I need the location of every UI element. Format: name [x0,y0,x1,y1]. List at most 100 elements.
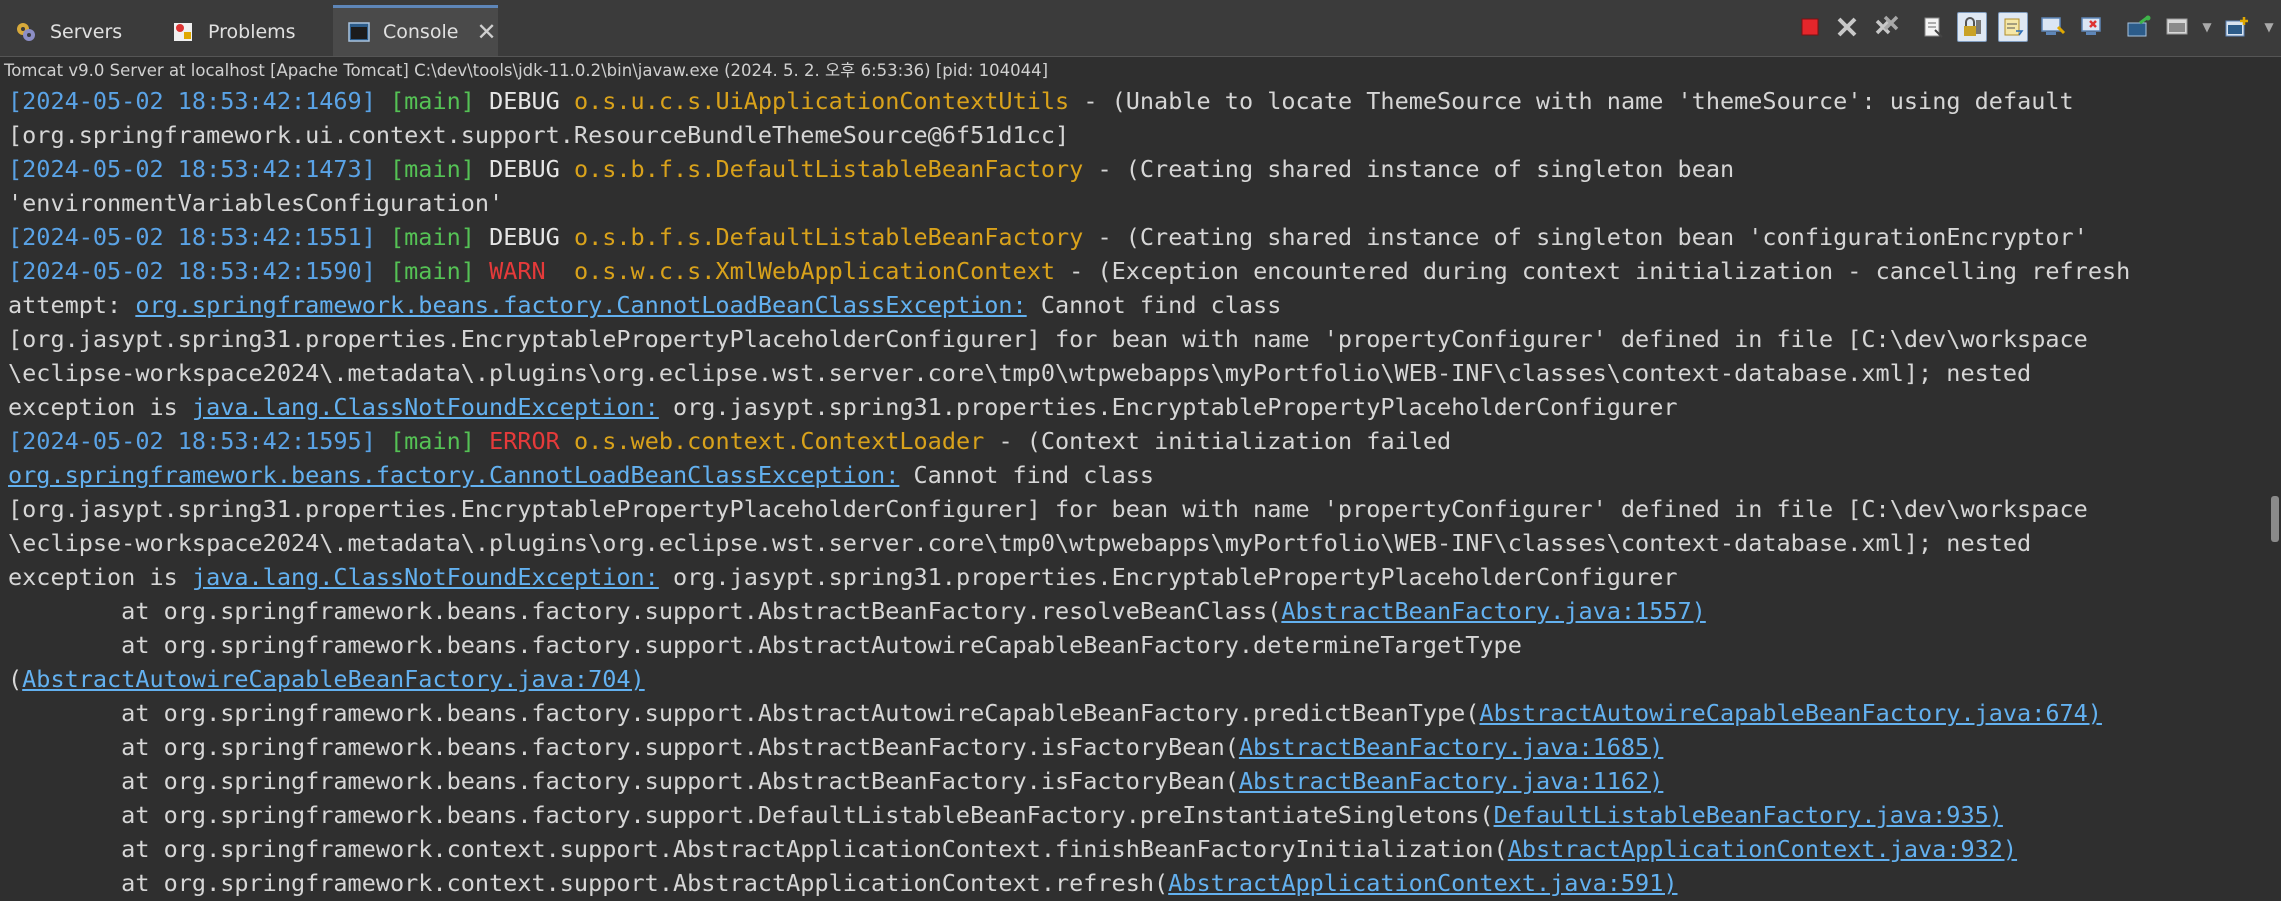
log-line: exception is java.lang.ClassNotFoundExce… [8,560,2258,594]
log-line: \eclipse-workspace2024\.metadata\.plugin… [8,359,2032,387]
log-line: [2024-05-02 18:53:42:1590] [main] WARN o… [8,254,2258,288]
open-console-dropdown-icon[interactable]: ▼ [2262,12,2276,42]
log-line: [org.jasypt.spring31.properties.Encrypta… [8,495,2088,523]
source-link[interactable]: DefaultListableBeanFactory.java:935) [1494,801,2003,829]
stack-frame: at org.springframework.beans.factory.sup… [8,628,2258,662]
log-text: org.jasypt.spring31.properties.Encryptab… [658,393,1678,421]
log-line: exception is java.lang.ClassNotFoundExce… [8,390,2258,424]
source-link[interactable]: AbstractAutowireCapableBeanFactory.java:… [1479,699,2102,727]
stack-frame: at org.springframework.beans.factory.sup… [8,730,2258,764]
log-line: [2024-05-02 18:53:42:1473] [main] DEBUG … [8,152,2258,186]
view-tab-bar: Servers Problems Console ✕ ▼ ▼ [0,0,2281,57]
stack-frame: at org.springframework.beans.factory.sup… [8,764,2258,798]
show-console-on-stdout-icon[interactable] [2038,12,2068,42]
log-message: - (Unable to locate ThemeSource with nam… [1083,87,2074,115]
display-console-dropdown-icon[interactable]: ▼ [2200,12,2214,42]
stack-frame: at org.springframework.beans.factory.sup… [8,696,2258,730]
remove-launch-icon[interactable] [1832,12,1862,42]
log-line: org.springframework.beans.factory.Cannot… [8,458,2258,492]
source-link[interactable]: AbstractBeanFactory.java:1557) [1281,597,1705,625]
log-level: DEBUG [489,87,560,115]
display-selected-console-icon[interactable] [2162,12,2192,42]
log-level: ERROR [489,427,560,455]
log-line: [2024-05-02 18:53:42:1595] [main] ERROR … [8,424,2258,458]
log-timestamp: [2024-05-02 18:53:42:1551] [8,223,376,251]
log-line: [2024-05-02 18:53:42:1551] [main] DEBUG … [8,220,2258,254]
log-thread: [main] [390,427,475,455]
log-text: exception is [8,393,192,421]
stack-text: ( [8,665,23,693]
log-text: Cannot find class [1026,291,1282,319]
tab-servers-label: Servers [50,21,123,43]
terminate-icon[interactable] [1795,12,1825,42]
stack-text: at org.springframework.beans.factory.sup… [8,631,1522,659]
open-console-icon[interactable] [2222,12,2252,42]
stack-frame: (AbstractAutowireCapableBeanFactory.java… [8,662,2258,696]
tab-problems-label: Problems [208,21,296,43]
log-level: DEBUG [489,155,560,183]
log-line: \eclipse-workspace2024\.metadata\.plugin… [8,529,2032,557]
source-link[interactable]: AbstractApplicationContext.java:591) [1168,869,1677,897]
stack-text: at org.springframework.context.support.A… [8,869,1169,897]
pin-console-icon[interactable] [2124,12,2154,42]
scroll-lock-icon[interactable] [1957,12,1987,42]
source-link[interactable]: AbstractApplicationContext.java:932) [1508,835,2017,863]
show-console-on-stderr-icon[interactable] [2078,12,2108,42]
stack-text: at org.springframework.beans.factory.sup… [8,767,1239,795]
log-timestamp: [2024-05-02 18:53:42:1473] [8,155,376,183]
exception-link[interactable]: org.springframework.beans.factory.Cannot… [135,291,1026,319]
log-text: exception is [8,563,192,591]
log-level: DEBUG [489,223,560,251]
console-output[interactable]: [2024-05-02 18:53:42:1469] [main] DEBUG … [8,84,2258,901]
log-message: - (Context initialization failed [998,427,1452,455]
log-logger: o.s.web.context.ContextLoader [573,427,985,455]
log-thread: [main] [390,155,475,183]
remove-all-terminated-icon[interactable] [1872,12,1902,42]
log-logger: o.s.u.c.s.UiApplicationContextUtils [573,87,1070,115]
exception-link[interactable]: java.lang.ClassNotFoundException: [192,393,659,421]
log-logger: o.s.b.f.s.DefaultListableBeanFactory [573,223,1084,251]
scrollbar-thumb[interactable] [2271,496,2279,542]
stack-text: at org.springframework.beans.factory.sup… [8,597,1282,625]
stack-text: at org.springframework.context.support.A… [8,835,1508,863]
log-timestamp: [2024-05-02 18:53:42:1469] [8,87,376,115]
log-level: WARN [489,257,546,285]
source-link[interactable]: AbstractAutowireCapableBeanFactory.java:… [22,665,645,693]
log-line: 'environmentVariablesConfiguration' [8,189,504,217]
clear-console-icon[interactable] [1918,12,1948,42]
console-icon [347,20,371,44]
tab-problems[interactable]: Problems [158,8,296,56]
stack-frame: at org.springframework.beans.factory.sup… [8,594,2258,628]
log-thread: [main] [390,87,475,115]
close-tab-icon[interactable]: ✕ [476,20,496,44]
word-wrap-icon[interactable] [1998,12,2028,42]
log-message: - (Creating shared instance of singleton… [1097,155,1735,183]
servers-icon [14,20,38,44]
exception-link[interactable]: org.springframework.beans.factory.Cannot… [8,461,899,489]
source-link[interactable]: AbstractBeanFactory.java:1162) [1239,767,1663,795]
log-text: attempt: [8,291,136,319]
log-message: - (Creating shared instance of singleton… [1097,223,2088,251]
process-description: Tomcat v9.0 Server at localhost [Apache … [4,61,1049,80]
log-text: org.jasypt.spring31.properties.Encryptab… [658,563,1678,591]
log-line: [org.jasypt.spring31.properties.Encrypta… [8,325,2088,353]
log-timestamp: [2024-05-02 18:53:42:1595] [8,427,376,455]
stack-text: at org.springframework.beans.factory.sup… [8,699,1480,727]
exception-link[interactable]: java.lang.ClassNotFoundException: [192,563,659,591]
log-logger: o.s.b.f.s.DefaultListableBeanFactory [573,155,1084,183]
vertical-scrollbar[interactable] [2267,84,2281,901]
log-line: [org.springframework.ui.context.support.… [8,121,1070,149]
source-link[interactable]: AbstractBeanFactory.java:1685) [1239,733,1663,761]
stack-text: at org.springframework.beans.factory.sup… [8,733,1239,761]
stack-frame: at org.springframework.context.support.A… [8,832,2258,866]
log-timestamp: [2024-05-02 18:53:42:1590] [8,257,376,285]
log-line: attempt: org.springframework.beans.facto… [8,288,2258,322]
stack-frame: at org.springframework.context.support.A… [8,866,2258,900]
tab-console[interactable]: Console ✕ [333,5,498,56]
log-thread: [main] [390,223,475,251]
stack-frame: at org.springframework.beans.factory.sup… [8,798,2258,832]
tab-servers[interactable]: Servers [0,8,122,56]
log-logger: o.s.w.c.s.XmlWebApplicationContext [573,257,1055,285]
problems-icon [172,20,196,44]
stack-text: at org.springframework.beans.factory.sup… [8,801,1494,829]
